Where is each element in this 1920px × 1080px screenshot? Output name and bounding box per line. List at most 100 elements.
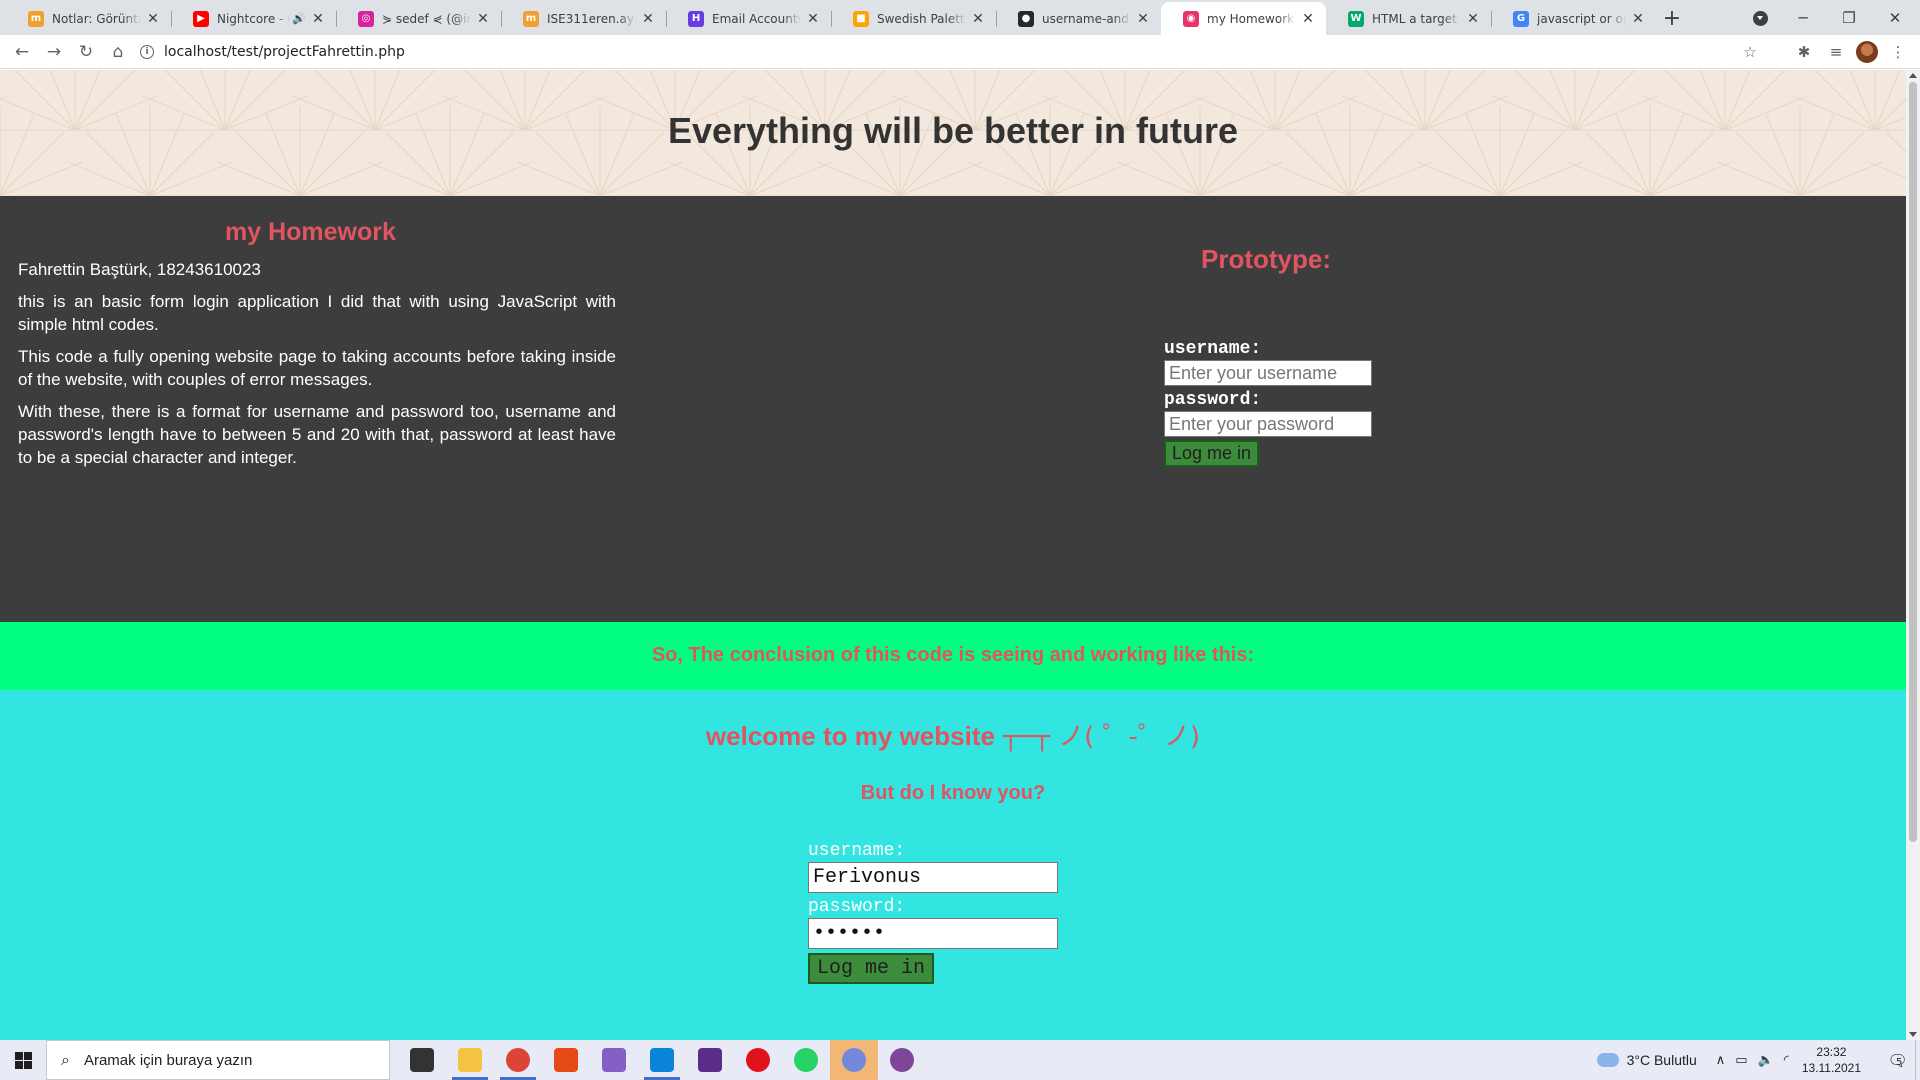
tab-title: ⋟ sedef ⋞ (@insa (382, 11, 471, 26)
minimize-button[interactable]: ─ (1780, 9, 1826, 27)
opera-taskbar-button[interactable] (734, 1040, 782, 1080)
author-line: Fahrettin Baştürk, 18243610023 (18, 260, 261, 279)
start-button[interactable] (0, 1040, 46, 1080)
file-explorer-taskbar-button[interactable] (446, 1040, 494, 1080)
reload-button[interactable]: ↻ (70, 38, 102, 66)
homework-section: my Homework Fahrettin Baştürk, 182436100… (0, 196, 1906, 622)
tray-chevron-icon[interactable]: ∧ (1716, 1053, 1726, 1068)
page-scrollbar[interactable] (1906, 70, 1920, 1040)
tab-search-button[interactable] (1748, 6, 1772, 30)
tab-title: Swedish Palette (877, 11, 966, 26)
scrollbar-thumb[interactable] (1909, 82, 1917, 842)
volume-icon[interactable]: 🔈 (1758, 1053, 1774, 1068)
cloud-icon (1596, 1053, 1619, 1067)
home-button[interactable]: ⌂ (102, 38, 134, 66)
restore-button[interactable]: ❐ (1826, 9, 1872, 27)
tab-close-icon[interactable]: ✕ (145, 11, 161, 27)
browser-tab[interactable]: ■ Swedish Palette ✕ (831, 2, 996, 35)
whatsapp-taskbar-button[interactable] (782, 1040, 830, 1080)
battery-icon[interactable]: ▭ (1735, 1053, 1747, 1068)
notification-center-button[interactable]: 🗨 5 (1875, 1040, 1915, 1080)
prototype-username-label: username: (1164, 339, 1262, 359)
clock-date: 13.11.2021 (1801, 1061, 1861, 1075)
browser-tab[interactable]: Gjavascript or opera ✕ (1491, 2, 1656, 35)
opera-icon (746, 1048, 770, 1072)
window-controls: ─ ❐ ✕ (1780, 0, 1918, 35)
tab-close-icon[interactable]: ✕ (1630, 11, 1646, 27)
taskbar-search[interactable]: ⌕ Aramak için buraya yazın (46, 1040, 390, 1080)
browser-tab[interactable]: ◉ my Homework 1 ✕ (1161, 2, 1326, 35)
tab-close-icon[interactable]: ✕ (1465, 11, 1481, 27)
scroll-down-arrow[interactable] (1909, 1032, 1917, 1037)
browser-toolbar: ← → ↻ ⌂ i localhost/test/projectFahretti… (0, 35, 1920, 69)
tab-strip: m Notlar: Görüntüle ✕ ▶ Nightcore - Ca🔊 ✕ ◎ ⋟ s… (0, 0, 1920, 35)
weather-widget[interactable]: 3°C Bulutlu (1596, 1052, 1697, 1068)
back-button[interactable]: ← (6, 38, 38, 66)
browser-tab[interactable]: H Email Accounts | hl ✕ (666, 2, 831, 35)
tab-title: HTML a target Attr (1372, 11, 1461, 26)
forward-button[interactable]: → (38, 38, 70, 66)
new-tab-button[interactable]: + (1656, 2, 1688, 35)
browser-tab[interactable]: m Notlar: Görüntüle ✕ (6, 2, 171, 35)
prototype-login-form: username: password: Log me in (1164, 338, 1376, 467)
kaomoji: ┬─┬ ノ( ゜-゜ノ) (1002, 722, 1201, 752)
browser-tab[interactable]: ◎ ⋟ sedef ⋞ (@insa ✕ (336, 2, 501, 35)
visual-studio-taskbar-button[interactable] (590, 1040, 638, 1080)
tab-close-icon[interactable]: ✕ (475, 11, 491, 27)
tab-close-icon[interactable]: ✕ (970, 11, 986, 27)
username-input[interactable] (808, 862, 1058, 893)
discord-icon (842, 1048, 866, 1072)
browser-tab[interactable]: ● username-and-pas ✕ (996, 2, 1161, 35)
browser-tab[interactable]: m ISE311eren.aykin: H ✕ (501, 2, 666, 35)
clock[interactable]: 23:32 13.11.2021 (1802, 1044, 1861, 1076)
vscode-taskbar-button[interactable] (638, 1040, 686, 1080)
tab-audio-icon[interactable]: 🔊 (292, 12, 306, 25)
prototype-login-button[interactable]: Log me in (1164, 440, 1260, 467)
browser-tab[interactable]: ▶ Nightcore - Ca🔊 ✕ (171, 2, 336, 35)
winrar-icon (698, 1048, 722, 1072)
clock-time: 23:32 (1816, 1045, 1847, 1059)
prototype-password-label: password: (1164, 390, 1262, 410)
whatsapp-icon (794, 1048, 818, 1072)
login-button[interactable]: Log me in (808, 953, 935, 984)
winrar-taskbar-button[interactable] (686, 1040, 734, 1080)
instagram-icon: ◎ (358, 10, 374, 27)
hardcore-turkish-icon: m (523, 10, 539, 27)
reading-list-icon[interactable]: ≡ (1824, 43, 1848, 61)
visual-studio-icon (602, 1048, 626, 1072)
browser-tab[interactable]: W HTML a target Attr ✕ (1326, 2, 1491, 35)
hardcore-turkish-icon: m (28, 10, 44, 27)
extensions-icon[interactable]: ✱ (1792, 43, 1816, 61)
scroll-up-arrow[interactable] (1909, 73, 1917, 78)
bookmark-star-icon[interactable]: ☆ (1738, 43, 1762, 61)
tab-close-icon[interactable]: ✕ (1300, 11, 1316, 27)
github-icon: ● (1018, 10, 1034, 27)
address-bar[interactable]: i localhost/test/projectFahrettin.php (140, 37, 1760, 67)
tab-title: Email Accounts | hl (712, 11, 801, 26)
close-window-button[interactable]: ✕ (1872, 9, 1918, 27)
site-info-icon[interactable]: i (140, 45, 154, 59)
wifi-icon[interactable]: ◜ (1784, 1053, 1789, 1068)
conclusion-banner: So, The conclusion of this code is seein… (0, 622, 1906, 690)
tor-browser-taskbar-button[interactable] (878, 1040, 926, 1080)
question-text: But do I know you? (860, 782, 1046, 804)
page-title: Everything will be better in future (667, 110, 1239, 151)
prototype-username-input[interactable] (1164, 360, 1372, 386)
show-desktop-button[interactable] (1915, 1040, 1920, 1080)
tab-title: ISE311eren.aykin: H (547, 11, 636, 26)
menu-kebab-icon[interactable]: ⋮ (1886, 43, 1910, 61)
tab-close-icon[interactable]: ✕ (1135, 11, 1151, 27)
password-input[interactable] (808, 918, 1058, 949)
discord-taskbar-button[interactable] (830, 1040, 878, 1080)
profile-avatar[interactable] (1856, 41, 1878, 63)
tab-title: Notlar: Görüntüle (52, 11, 141, 26)
tab-close-icon[interactable]: ✕ (640, 11, 656, 27)
office-taskbar-button[interactable] (542, 1040, 590, 1080)
tab-close-icon[interactable]: ✕ (805, 11, 821, 27)
prototype-password-input[interactable] (1164, 411, 1372, 437)
username-label: username: (808, 841, 906, 861)
task-view-taskbar-button[interactable] (398, 1040, 446, 1080)
chrome-taskbar-button[interactable] (494, 1040, 542, 1080)
task-view-icon (410, 1048, 434, 1072)
tab-close-icon[interactable]: ✕ (310, 11, 326, 27)
